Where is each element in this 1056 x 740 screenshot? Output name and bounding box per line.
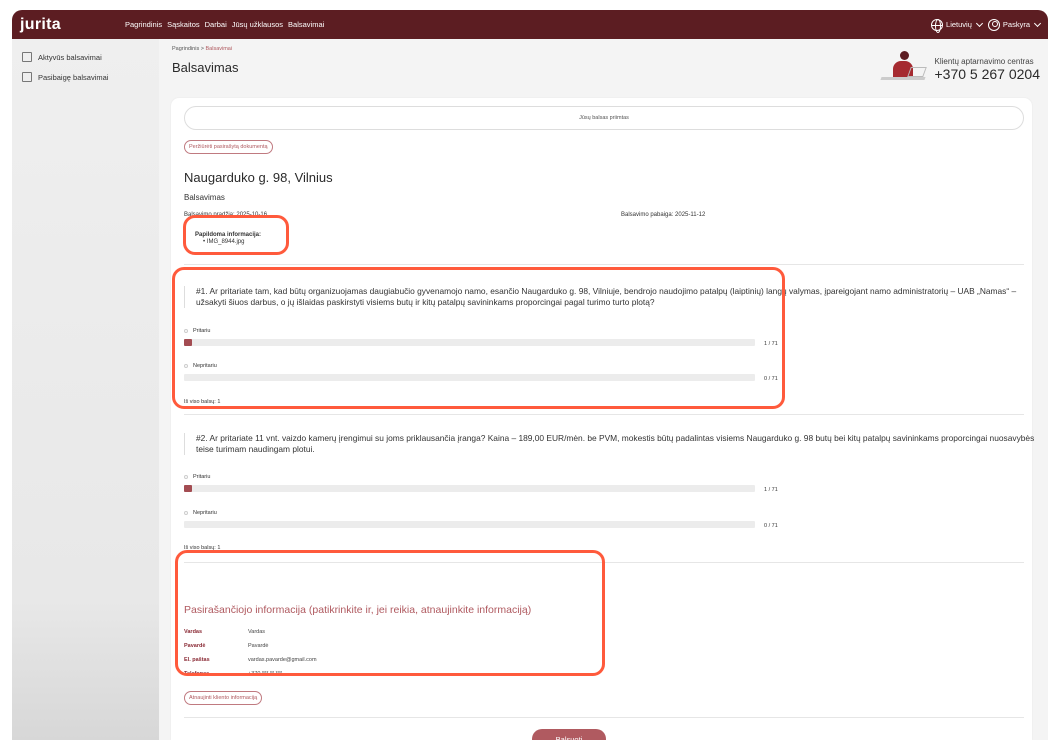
language-label: Lietuvių — [946, 20, 972, 29]
radio-button[interactable] — [184, 329, 188, 333]
option-nepritariu[interactable]: Nepritariu — [184, 363, 217, 369]
chevron-down-icon — [975, 19, 983, 27]
signer-key: El. paštas — [184, 657, 210, 663]
option-label: Nepritariu — [193, 363, 217, 369]
jurita-logo[interactable]: jurita — [20, 16, 125, 34]
user-icon — [987, 18, 1000, 31]
question-2: #2. Ar pritariate 11 vnt. vaizdo kamerų … — [184, 433, 1036, 551]
breadcrumb-home[interactable]: Pagrindinis — [172, 46, 199, 52]
archive-icon — [22, 72, 32, 82]
support-agent-illustration — [877, 49, 929, 89]
vote-end-date: Balsavimo pabaiga: 2025-11-12 — [621, 212, 706, 218]
sidebar: Aktyvūs balsavimai Pasibaigę balsavimai — [12, 39, 159, 740]
option-nepritariu[interactable]: Nepritariu — [184, 510, 217, 516]
option-label: Nepritariu — [193, 510, 217, 516]
vote-accepted-banner: Jūsų balsas priimtas — [184, 106, 1024, 130]
signer-row-phone: Telefonas +370 *** ** *** — [184, 671, 282, 677]
view-signed-document-button[interactable]: Peržiūrėti pasirašytą dokumentą — [184, 140, 273, 154]
language-selector[interactable]: Lietuvių — [931, 18, 983, 33]
account-label: Paskyra — [1002, 20, 1030, 29]
result-bar — [184, 374, 755, 381]
option-label: Pritariu — [193, 474, 211, 480]
account-menu[interactable]: Paskyra — [987, 18, 1042, 31]
signer-row-email: El. paštas vardas.pavarde@gmail.com — [184, 657, 317, 663]
sidebar-item-active-votes[interactable]: Aktyvūs balsavimai — [12, 47, 159, 67]
additional-info: Papildoma informacija: • IMG_8944.jpg — [195, 232, 261, 245]
sidebar-item-ended-votes[interactable]: Pasibaigę balsavimai — [12, 67, 159, 87]
property-address: Naugarduko g. 98, Vilnius — [184, 170, 333, 185]
top-nav: Pagrindinis Sąskaitos Darbai Jūsų užklau… — [125, 20, 324, 29]
signer-row-surname: Pavardė Pavardė — [184, 643, 269, 649]
section-title: Balsavimas — [184, 193, 225, 202]
vote-card: Jūsų balsas priimtas Peržiūrėti pasirašy… — [171, 98, 1034, 740]
vote-total: Iš viso balsų: 1 — [184, 545, 221, 551]
question-text: #1. Ar pritariate tam, kad būtų organizu… — [184, 286, 1036, 308]
breadcrumb-current: Balsavimai — [205, 46, 233, 52]
attachment-link[interactable]: • IMG_8944.jpg — [195, 239, 261, 245]
support-contact: Klientų aptarnavimo centras +370 5 267 0… — [877, 49, 1041, 89]
vote-total: Iš viso balsų: 1 — [184, 399, 221, 405]
breadcrumb-separator: > — [200, 46, 204, 52]
result-bar — [184, 339, 755, 346]
signer-key: Telefonas — [184, 671, 210, 677]
radio-button[interactable] — [184, 511, 188, 515]
divider — [184, 414, 1024, 415]
vote-button[interactable]: Balsuoti — [532, 729, 606, 740]
divider — [184, 562, 1024, 563]
nav-uzklausos[interactable]: Jūsų užklausos — [232, 20, 283, 29]
update-client-info-button[interactable]: Atnaujinti kliento informaciją — [184, 691, 263, 705]
vote-count: 0 / 71 — [764, 376, 778, 382]
question-1: #1. Ar pritariate tam, kad būtų organizu… — [184, 286, 1036, 405]
vote-count: 1 / 71 — [764, 341, 778, 347]
vote-count: 0 / 71 — [764, 523, 778, 529]
result-bar-fill — [184, 485, 193, 492]
signer-value: Vardas — [248, 629, 266, 635]
radio-button[interactable] — [184, 475, 188, 479]
support-label: Klientų aptarnavimo centras — [934, 56, 1034, 66]
option-label: Pritariu — [193, 328, 211, 334]
page-title: Balsavimas — [172, 60, 239, 75]
app-window: jurita Pagrindinis Sąskaitos Darbai Jūsų… — [12, 10, 1048, 740]
question-text: #2. Ar pritariate 11 vnt. vaizdo kamerų … — [184, 433, 1036, 455]
divider — [184, 264, 1024, 265]
vote-start-date: Balsavimo pradžia: 2025-10-16 — [184, 212, 268, 218]
vote-count: 1 / 71 — [764, 487, 778, 493]
support-phone[interactable]: +370 5 267 0204 — [935, 66, 1041, 82]
chevron-down-icon — [1033, 19, 1042, 27]
nav-balsavimai[interactable]: Balsavimai — [288, 20, 324, 29]
result-bar-fill — [184, 339, 193, 346]
result-bar — [184, 521, 755, 528]
result-bar — [184, 485, 755, 492]
signer-row-name: Vardas Vardas — [184, 629, 265, 635]
ballot-icon — [22, 52, 32, 62]
globe-icon — [931, 18, 944, 33]
signer-info-title: Pasirašančiojo informacija (patikrinkite… — [184, 604, 532, 616]
sidebar-item-label: Pasibaigę balsavimai — [38, 72, 109, 82]
option-pritariu[interactable]: Pritariu — [184, 328, 210, 334]
attachment-filename: IMG_8944.jpg — [206, 239, 245, 245]
breadcrumb: Pagrindinis > Balsavimai — [172, 46, 232, 52]
divider — [184, 717, 1024, 718]
signer-value: Pavardė — [248, 643, 269, 649]
signer-value: vardas.pavarde@gmail.com — [248, 657, 317, 663]
nav-pagrindinis[interactable]: Pagrindinis — [125, 20, 162, 29]
additional-info-title: Papildoma informacija: — [195, 232, 262, 238]
main-content: Pagrindinis > Balsavimai Balsavimas Klie… — [159, 39, 1048, 740]
nav-saskaitos[interactable]: Sąskaitos — [167, 20, 200, 29]
top-right-controls: Lietuvių Paskyra — [931, 18, 1042, 33]
sidebar-item-label: Aktyvūs balsavimai — [38, 52, 102, 62]
radio-button[interactable] — [184, 364, 188, 368]
signer-key: Pavardė — [184, 643, 206, 649]
signer-key: Vardas — [184, 629, 203, 635]
nav-darbai[interactable]: Darbai — [205, 20, 227, 29]
signer-value: +370 *** ** *** — [248, 671, 283, 677]
top-bar: jurita Pagrindinis Sąskaitos Darbai Jūsų… — [12, 10, 1048, 39]
option-pritariu[interactable]: Pritariu — [184, 474, 210, 480]
